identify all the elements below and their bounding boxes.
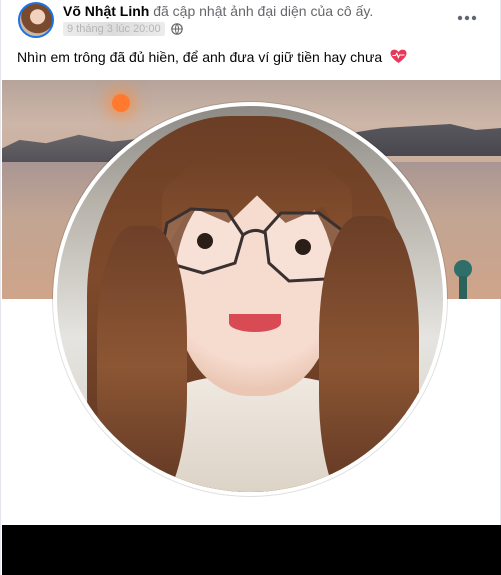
author-avatar[interactable] — [18, 2, 54, 38]
post-action-text: đã cập nhật ảnh đại diện của cô ấy. — [153, 3, 374, 19]
caption-text: Nhìn em trông đã đủ hiền, để anh đưa ví … — [17, 49, 383, 65]
post-meta: 9 tháng 3 lúc 20:00 — [63, 22, 183, 36]
post-timestamp[interactable]: 9 tháng 3 lúc 20:00 — [63, 22, 165, 36]
heart-pulse-emoji-icon — [390, 49, 407, 63]
post-footer-black-bar — [2, 525, 501, 575]
lips-graphic — [229, 314, 281, 332]
more-options-icon — [457, 15, 477, 21]
pillar-ornament-graphic — [450, 260, 476, 299]
globe-icon[interactable] — [170, 23, 183, 35]
more-options-button[interactable] — [453, 6, 481, 30]
hair-right-graphic — [319, 216, 419, 492]
profile-picture[interactable] — [57, 106, 443, 492]
post-header: Võ Nhật Linh đã cập nhật ảnh đại diện củ… — [1, 0, 501, 42]
author-name-link[interactable]: Võ Nhật Linh — [63, 3, 149, 19]
post-caption: Nhìn em trông đã đủ hiền, để anh đưa ví … — [17, 49, 407, 65]
author-line: Võ Nhật Linh đã cập nhật ảnh đại diện củ… — [63, 3, 373, 19]
sun-graphic — [112, 94, 130, 112]
feed-post: Võ Nhật Linh đã cập nhật ảnh đại diện củ… — [0, 0, 501, 575]
hair-left-graphic — [97, 226, 187, 492]
